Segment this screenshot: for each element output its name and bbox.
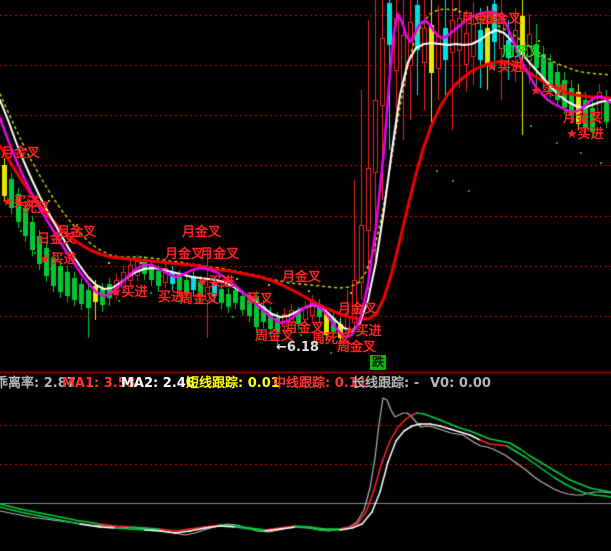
indicator-label: V0: 0.00 <box>430 377 491 390</box>
fall-badge: 跌 <box>370 355 386 370</box>
price-chart-canvas[interactable] <box>0 0 611 551</box>
indicator-label: 短线跟踪: 0.01 <box>186 377 280 390</box>
indicator-label: 长线跟踪: - <box>352 377 419 390</box>
indicator-label: MA2: 2.46 <box>121 377 195 390</box>
stock-chart-window: 月金叉★买进死叉日金叉月金叉★买进★买进月金叉月金叉月金叉★买进买进周金叉月金叉… <box>0 0 611 551</box>
